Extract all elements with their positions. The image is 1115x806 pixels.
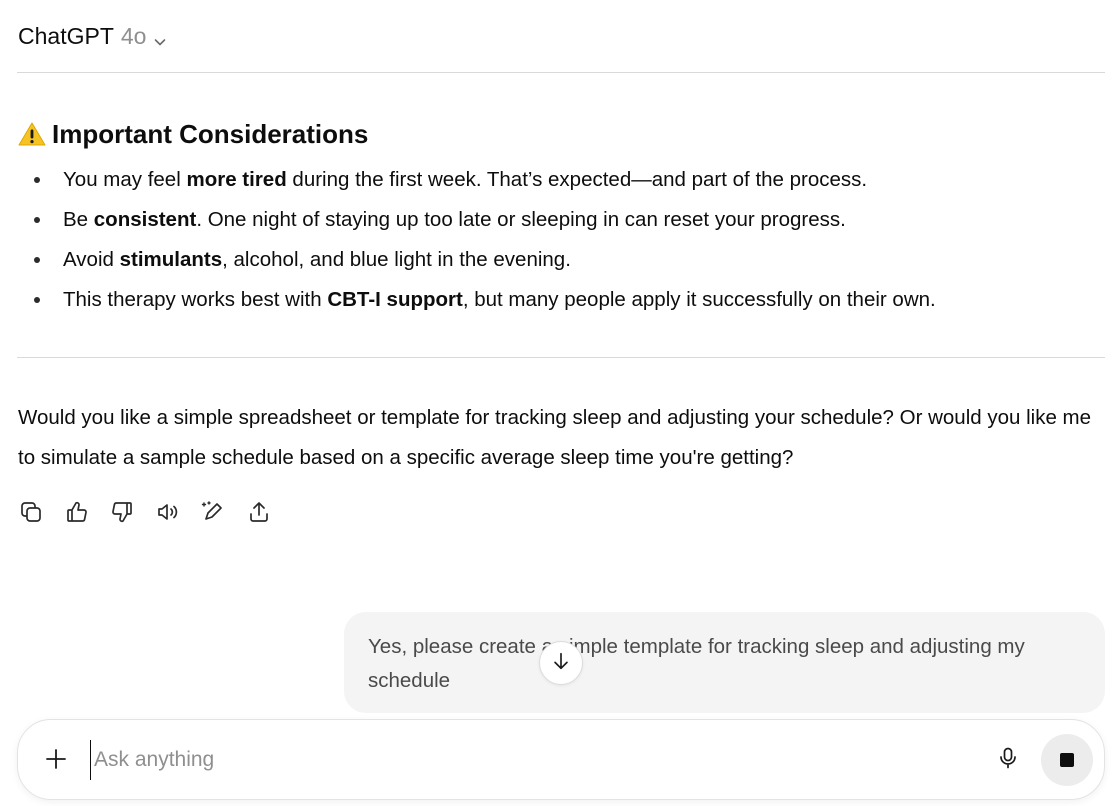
section-heading: Important Considerations (18, 117, 368, 151)
bullet-bold-text: consistent (93, 208, 197, 231)
microphone-icon (996, 746, 1020, 775)
voice-input-button[interactable] (993, 745, 1023, 775)
bullet-text: Avoid (63, 248, 120, 271)
model-switcher[interactable]: ChatGPT 4o (18, 22, 168, 50)
bullet-bold-text: more tired (186, 168, 287, 191)
bullet-text: This therapy works best with (63, 288, 328, 311)
message-actions (18, 499, 291, 525)
header: ChatGPT 4o (0, 0, 1115, 72)
prompt-input[interactable] (90, 740, 950, 780)
add-attachment-button[interactable] (40, 745, 72, 777)
bullet-dot (34, 297, 40, 303)
plus-icon (44, 747, 68, 776)
bullet-text: . One night of staying up too late or sl… (196, 208, 846, 231)
stop-generating-button[interactable] (1041, 734, 1093, 786)
chevron-down-icon (152, 28, 168, 46)
read-aloud-icon[interactable] (155, 499, 181, 525)
bullet-dot (34, 257, 40, 263)
thumbs-up-icon[interactable] (64, 499, 90, 525)
header-divider (17, 72, 1105, 73)
list-item: Avoid stimulants, alcohol, and blue ligh… (18, 240, 936, 280)
stop-icon (1060, 753, 1074, 767)
scroll-to-bottom-button[interactable] (539, 641, 583, 685)
bullet-text: , but many people apply it successfully … (462, 288, 936, 311)
list-item: You may feel more tired during the first… (18, 160, 936, 200)
share-icon[interactable] (246, 499, 272, 525)
composer (17, 719, 1105, 800)
list-item: Be consistent. One night of staying up t… (18, 200, 936, 240)
list-item: This therapy works best with CBT-I suppo… (18, 280, 936, 320)
model-name: ChatGPT (18, 23, 114, 49)
edit-icon[interactable] (200, 499, 226, 525)
bullet-bold-text: stimulants (119, 248, 223, 271)
bullet-text: , alcohol, and blue light in the evening… (222, 248, 571, 271)
bullet-text: Be (63, 208, 94, 231)
warning-icon (18, 121, 46, 147)
bullet-dot (34, 217, 40, 223)
assistant-question: Would you like a simple spreadsheet or t… (18, 406, 1092, 469)
user-message-bubble: Yes, please create a simple template for… (344, 612, 1105, 713)
bullet-text: You may feel (63, 168, 187, 191)
bullet-text: during the first week. That’s expected—a… (286, 168, 868, 191)
bullet-dot (34, 177, 40, 183)
section-divider (17, 357, 1105, 358)
section-title: Important Considerations (52, 119, 369, 149)
user-message-text: Yes, please create a simple template for… (368, 635, 1025, 692)
arrow-down-icon (550, 650, 572, 677)
model-version: 4o (120, 23, 147, 49)
considerations-list: You may feel more tired during the first… (18, 160, 936, 320)
copy-icon[interactable] (18, 499, 44, 525)
bullet-bold-text: CBT-I support (327, 288, 463, 311)
thumbs-down-icon[interactable] (109, 499, 135, 525)
